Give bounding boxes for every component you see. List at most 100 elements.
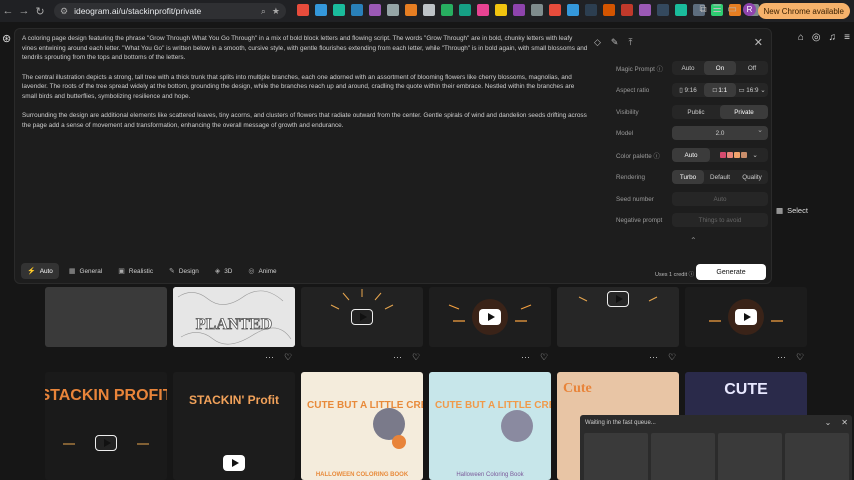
visibility-private[interactable]: Private (720, 105, 768, 119)
collapse-icon[interactable]: ⌄ (825, 418, 832, 427)
address-bar[interactable]: ⚙ ideogram.ai/u/stackinprofit/private ⌕ … (54, 3, 286, 19)
mode-design-button[interactable]: ✎ Design (163, 263, 205, 279)
bookmark-favicon-icon[interactable] (639, 4, 651, 16)
eraser-icon[interactable]: ◇ (594, 37, 601, 48)
seed-input[interactable]: Auto (672, 192, 768, 206)
gallery-image[interactable]: CUTE BUT A LITTLE CREEPY HALLOWEEN COLOR… (301, 372, 423, 480)
rendering-default[interactable]: Default (704, 170, 736, 184)
bookmark-favicon-icon[interactable] (333, 4, 345, 16)
tab-search-icon[interactable]: ☰ (713, 4, 722, 15)
mode-realistic-button[interactable]: ▣ Realistic (112, 263, 159, 279)
mode-auto-button[interactable]: ⚡ Auto (21, 263, 59, 279)
gallery-image[interactable] (45, 287, 167, 347)
gallery-image[interactable]: CUTE BUT A LITTLE CREEPY Halloween Color… (429, 372, 551, 480)
model-dropdown[interactable]: 2.0 (672, 126, 768, 140)
bookmark-favicon-icon[interactable] (405, 4, 417, 16)
bookmark-favicon-icon[interactable] (549, 4, 561, 16)
heart-icon[interactable]: ♡ (668, 352, 676, 363)
bookmark-favicon-icon[interactable] (567, 4, 579, 16)
gallery-video[interactable]: STACKIN PROFIT (45, 372, 167, 480)
extensions-icon[interactable]: ⧉ (699, 4, 706, 15)
heart-icon[interactable]: ♡ (412, 352, 420, 363)
chrome-update-button[interactable]: New Chrome available (757, 3, 850, 19)
heart-icon[interactable]: ♡ (540, 352, 548, 363)
mode-anime-button[interactable]: ◎ Anime (242, 263, 282, 279)
bookmark-favicon-icon[interactable] (621, 4, 633, 16)
play-icon[interactable] (95, 435, 117, 452)
heart-icon[interactable]: ♡ (284, 352, 292, 363)
bookmark-favicon-icon[interactable] (387, 4, 399, 16)
select-button[interactable]: ▦ Select (776, 206, 808, 215)
bookmark-favicon-icon[interactable] (495, 4, 507, 16)
reload-icon[interactable]: ↻ (32, 0, 48, 22)
play-icon[interactable] (223, 454, 245, 471)
aspect-9-16[interactable]: ▯ 9:16 (672, 83, 704, 97)
bookmark-favicon-icon[interactable] (315, 4, 327, 16)
gallery-video[interactable] (429, 287, 551, 347)
bookmark-favicon-icon[interactable] (369, 4, 381, 16)
bookmark-favicon-icon[interactable] (603, 4, 615, 16)
profile-avatar[interactable]: R (743, 3, 756, 16)
bookmark-favicon-icon[interactable] (297, 4, 309, 16)
negative-prompt-input[interactable]: Things to avoid (672, 213, 768, 227)
more-icon[interactable]: ··· (393, 352, 402, 363)
gallery-video[interactable]: STACKIN' Profit (173, 372, 295, 480)
palette-auto[interactable]: Auto (672, 148, 710, 162)
chevron-up-icon[interactable]: ⌃ (690, 236, 697, 245)
visibility-public[interactable]: Public (672, 105, 720, 119)
palette-swatches[interactable]: ⌄ (710, 148, 768, 162)
magic-prompt-auto[interactable]: Auto (672, 61, 704, 75)
rendering-quality[interactable]: Quality (736, 170, 768, 184)
aspect-16-9[interactable]: ▭ 16:9 ⌄ (736, 83, 768, 97)
aspect-1-1[interactable]: □ 1:1 (704, 83, 736, 97)
play-icon[interactable] (735, 309, 757, 325)
bookmark-favicon-icon[interactable] (423, 4, 435, 16)
gallery-video[interactable] (685, 287, 807, 347)
mode-general-button[interactable]: ▦ General (63, 263, 108, 279)
site-settings-icon[interactable]: ⚙ (60, 6, 68, 17)
bookmark-favicon-icon[interactable] (513, 4, 525, 16)
magic-prompt-on[interactable]: On (704, 61, 736, 75)
play-icon[interactable] (607, 291, 629, 307)
prompt-tools: ◇ ✎ ⤒ (594, 37, 632, 48)
bookmark-favicon-icon[interactable] (531, 4, 543, 16)
bookmark-favicon-icon[interactable] (477, 4, 489, 16)
heart-icon[interactable]: ♡ (796, 352, 804, 363)
upload-icon[interactable]: ⤒ (628, 37, 632, 48)
more-icon[interactable]: ··· (777, 352, 786, 363)
search-icon[interactable]: ⌕ (261, 6, 266, 17)
play-icon[interactable] (351, 309, 373, 325)
hamburger-menu-icon[interactable]: ≡ (844, 32, 850, 43)
notification-bell-icon[interactable]: ♫ (829, 32, 837, 43)
more-icon[interactable]: ··· (265, 352, 274, 363)
close-icon[interactable]: ✕ (841, 418, 848, 427)
select-label: Select (787, 206, 808, 215)
bookmark-favicon-icon[interactable] (351, 4, 363, 16)
prompt-textarea[interactable]: A coloring page design featuring the phr… (22, 34, 588, 140)
edit-pencil-icon[interactable]: ✎ (611, 37, 619, 48)
mode-3d-button[interactable]: ◈ 3D (209, 263, 239, 279)
gallery-video[interactable] (301, 287, 423, 347)
back-icon[interactable]: ← (0, 0, 16, 22)
bookmark-favicon-icon[interactable] (459, 4, 471, 16)
bookmark-favicon-icon[interactable] (585, 4, 597, 16)
bookmark-favicon-icon[interactable] (441, 4, 453, 16)
more-icon[interactable]: ··· (649, 352, 658, 363)
play-icon[interactable] (479, 309, 501, 325)
magic-prompt-off[interactable]: Off (736, 61, 768, 75)
explore-icon[interactable]: ◎ (812, 32, 821, 43)
gallery-image[interactable]: PLANTED (173, 287, 295, 347)
forward-icon[interactable]: → (16, 0, 32, 22)
rendering-turbo[interactable]: Turbo (672, 170, 704, 184)
bookmark-favicon-icon[interactable] (675, 4, 687, 16)
more-icon[interactable]: ··· (521, 352, 530, 363)
logo-icon[interactable]: ⊛ (2, 32, 11, 45)
generate-button[interactable]: Generate (696, 264, 766, 280)
close-panel-icon[interactable]: ✕ (754, 36, 763, 49)
gallery-video[interactable] (557, 287, 679, 347)
style-mode-bar: ⚡ Auto ▦ General ▣ Realistic ✎ Design ◈ 3D ◎ Anime (21, 263, 283, 279)
bookmark-star-icon[interactable]: ★ (272, 6, 280, 17)
reading-list-icon[interactable]: ▭ (728, 4, 737, 15)
bookmark-favicon-icon[interactable] (657, 4, 669, 16)
home-icon[interactable]: ⌂ (798, 32, 804, 43)
